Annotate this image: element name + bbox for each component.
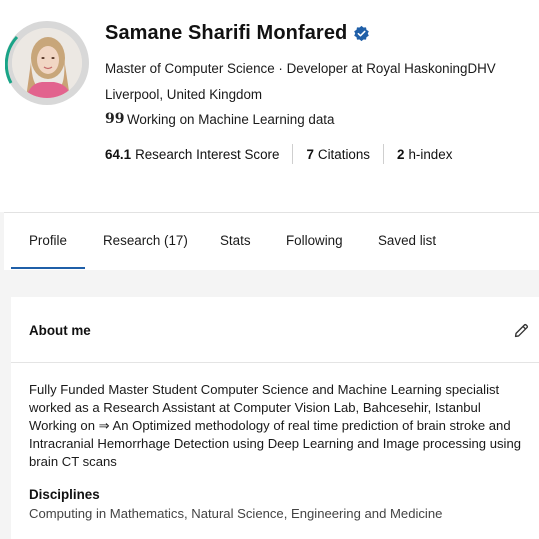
disciplines-title: Disciplines — [29, 487, 100, 502]
profile-header: Samane Sharifi Monfared Master of Comput… — [0, 0, 539, 212]
tab-research[interactable]: Research (17) — [103, 233, 188, 248]
tab-following[interactable]: Following — [286, 233, 343, 248]
status-text: Working on Machine Learning data — [127, 111, 335, 127]
about-line: Intracranial Hemorrhage Detection using … — [29, 436, 522, 451]
avatar-photo — [12, 28, 82, 98]
verified-badge-icon — [354, 25, 370, 42]
stat-label: h-index — [408, 146, 453, 162]
avatar[interactable] — [5, 21, 89, 105]
about-line: brain CT scans — [29, 454, 117, 469]
profile-location: Liverpool, United Kingdom — [105, 87, 263, 102]
about-text: Fully Funded Master Student Computer Sci… — [29, 381, 537, 471]
stat-value: 2 — [397, 146, 405, 162]
about-line: Fully Funded Master Student Computer Sci… — [29, 382, 500, 397]
profile-headline: Master of Computer Science · Developer a… — [105, 61, 496, 76]
about-line: Working on ⇒ An Optimized methodology of… — [29, 418, 511, 433]
stat-value: 7 — [306, 146, 314, 162]
stat-research-interest[interactable]: 64.1 Research Interest Score — [105, 147, 279, 162]
tab-saved-list[interactable]: Saved list — [378, 233, 436, 248]
tab-profile[interactable]: Profile — [29, 233, 67, 248]
about-card-header: About me — [11, 297, 539, 363]
profile-tabs: Profile Research (17) Stats Following Sa… — [4, 212, 539, 270]
stat-label: Citations — [317, 146, 371, 162]
tab-stats[interactable]: Stats — [220, 233, 251, 248]
about-line: worked as a Research Assistant at Comput… — [29, 400, 481, 415]
stat-label: Research Interest Score — [135, 146, 280, 162]
profile-status: 99 Working on Machine Learning data — [105, 111, 334, 127]
stat-citations[interactable]: 7 Citations — [306, 147, 370, 162]
pencil-icon[interactable] — [513, 322, 530, 339]
stat-divider — [292, 144, 294, 164]
stat-h-index[interactable]: 2 h-index — [397, 147, 452, 162]
active-tab-indicator — [11, 267, 85, 269]
quote-icon: 99 — [105, 111, 125, 127]
profile-name: Samane Sharifi Monfared — [105, 22, 348, 44]
disciplines-list[interactable]: Computing in Mathematics, Natural Scienc… — [29, 506, 442, 521]
about-card: About me Fully Funded Master Student Com… — [11, 297, 539, 539]
stats-row: 64.1 Research Interest Score 7 Citations… — [105, 144, 452, 164]
about-title: About me — [29, 323, 91, 338]
stat-divider — [383, 144, 385, 164]
stat-value: 64.1 — [105, 146, 132, 162]
